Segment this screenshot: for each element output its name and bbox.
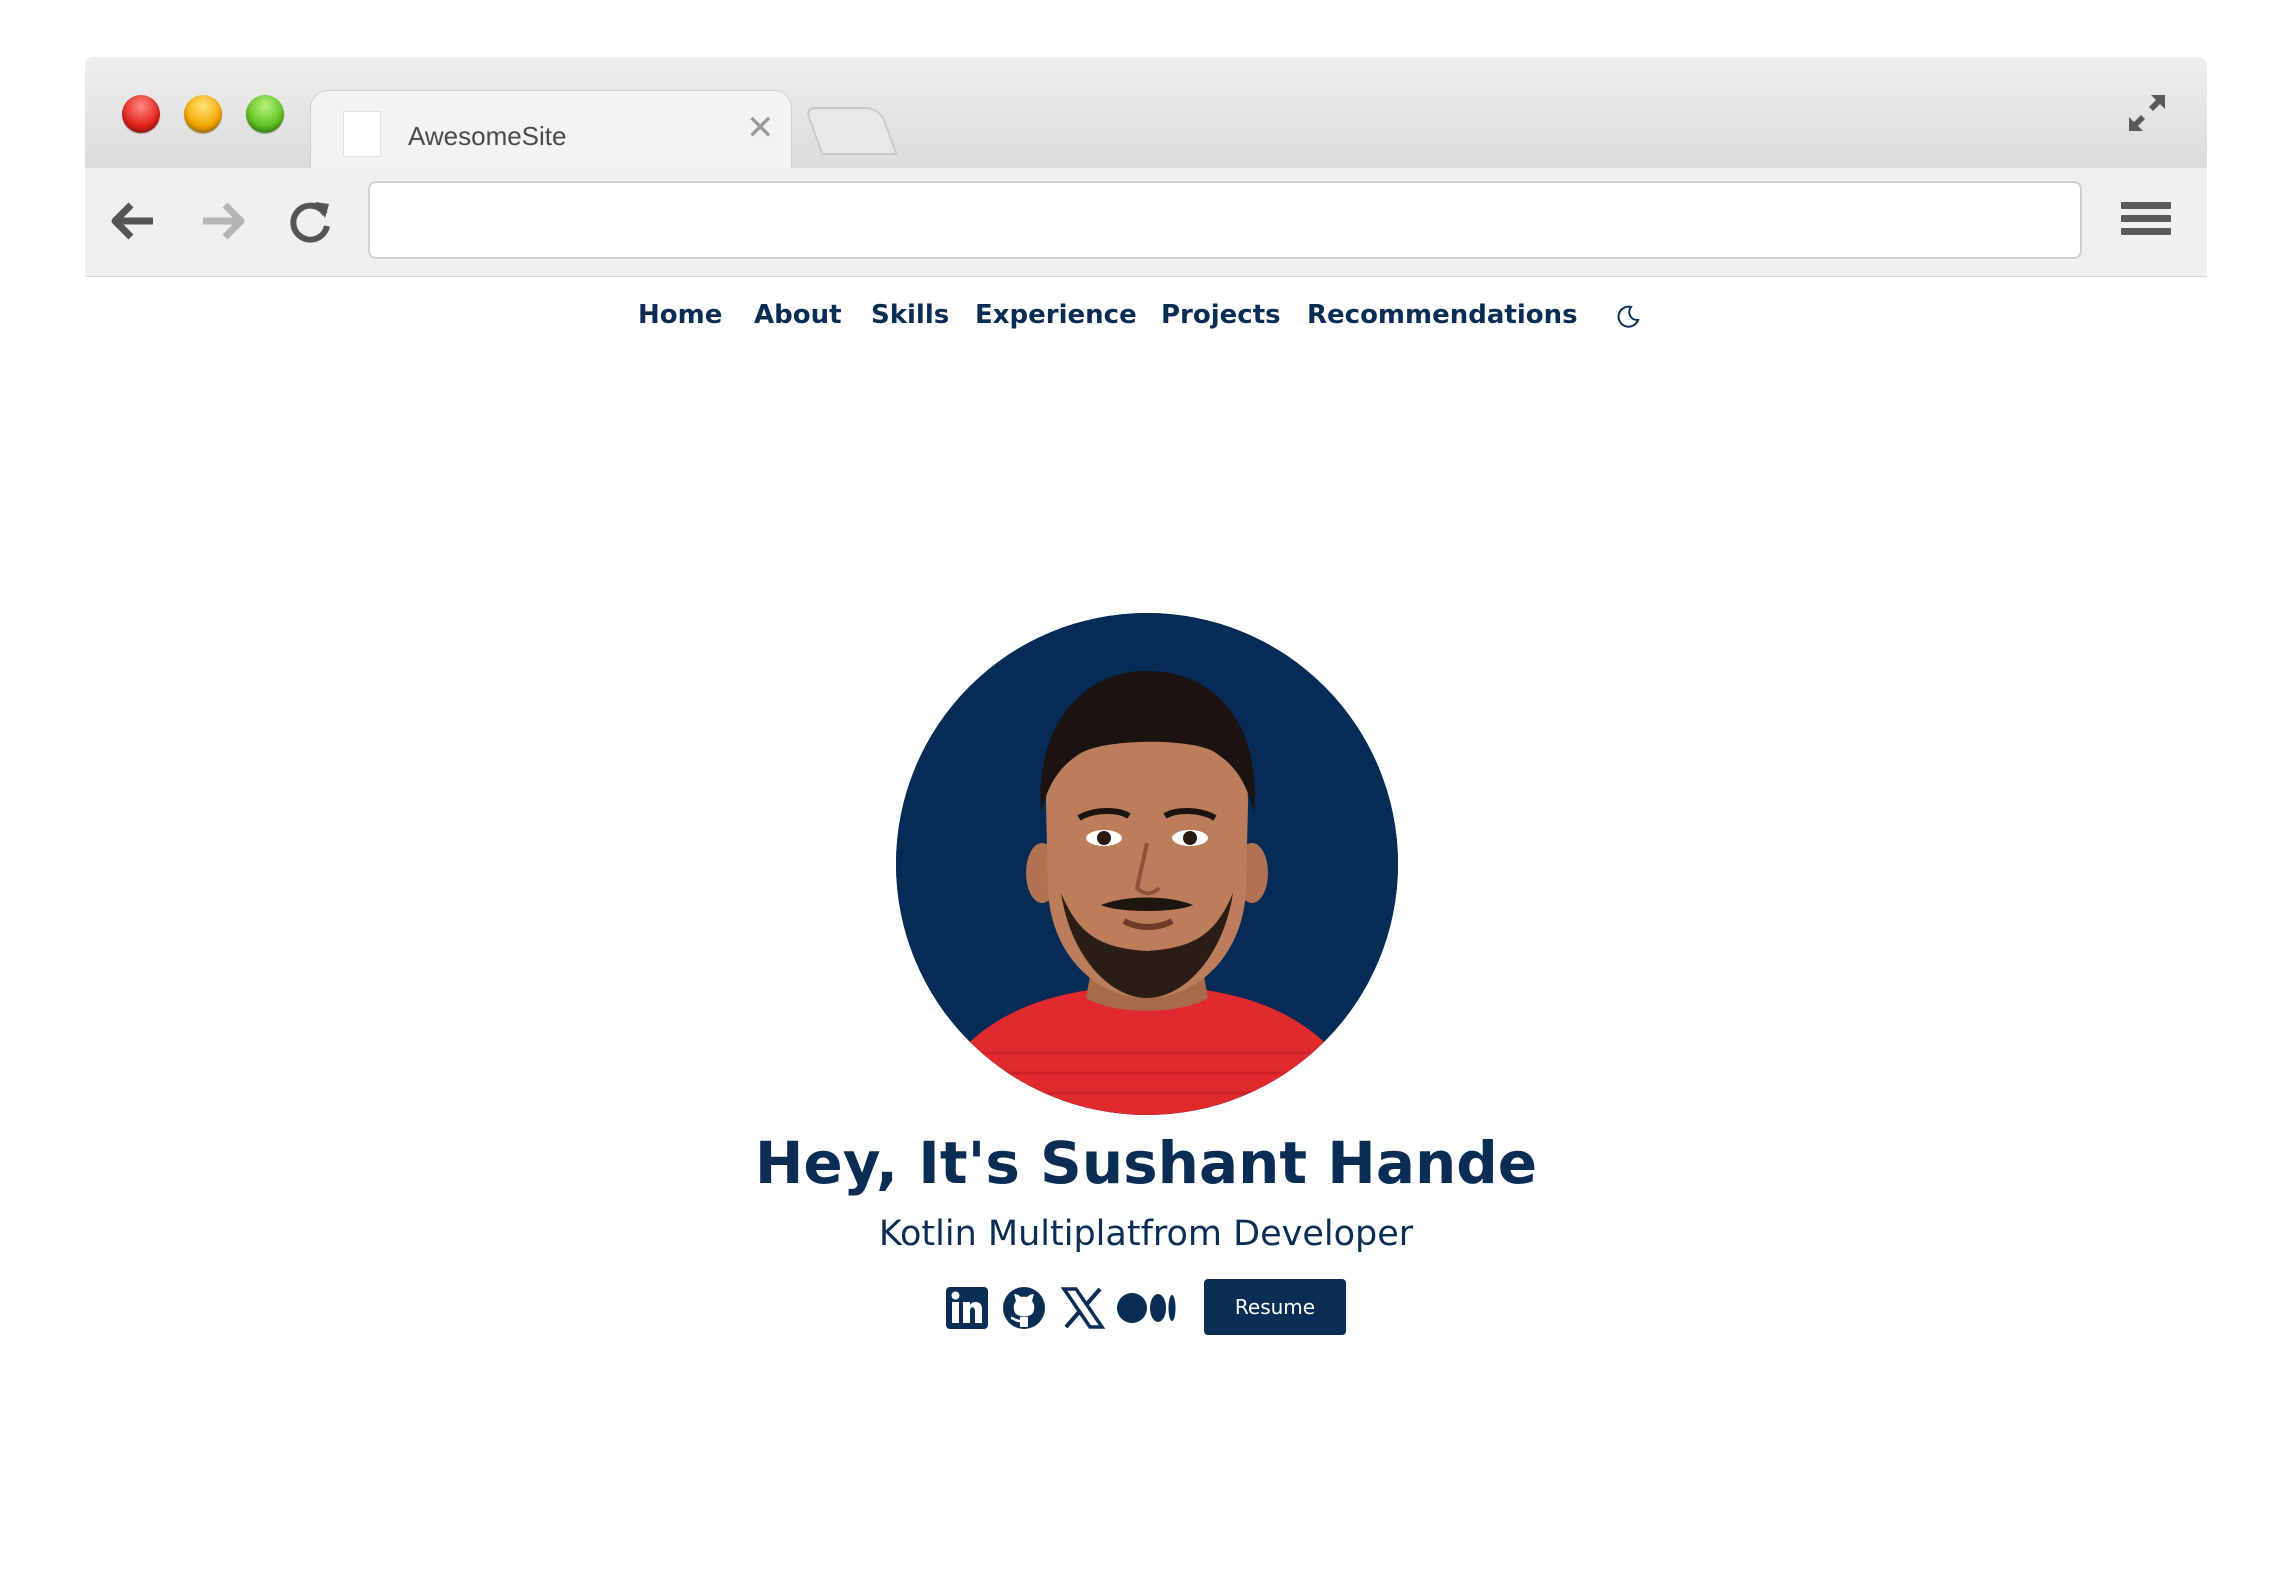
browser-tab[interactable]: AwesomeSite ✕ [310, 90, 792, 169]
nav-link-projects[interactable]: Projects [1161, 300, 1281, 330]
minimize-window-button[interactable] [184, 95, 222, 133]
hamburger-menu-icon[interactable] [2121, 202, 2171, 246]
nav-link-home[interactable]: Home [638, 300, 722, 330]
nav-link-skills[interactable]: Skills [871, 300, 949, 330]
nav-link-recommendations[interactable]: Recommendations [1307, 300, 1578, 330]
expand-icon[interactable] [2123, 89, 2171, 137]
nav-link-about[interactable]: About [754, 300, 842, 330]
linkedin-icon[interactable] [944, 1285, 990, 1331]
tab-bar: AwesomeSite ✕ [85, 57, 2207, 169]
browser-window: AwesomeSite ✕ Home About Skills Experien… [85, 57, 2207, 1586]
moon-icon[interactable] [1614, 302, 1642, 330]
site-navigation: Home About Skills Experience Projects Re… [85, 300, 2207, 350]
hero-subtitle: Kotlin Multiplatfrom Developer [878, 1214, 1414, 1254]
address-bar[interactable] [368, 181, 2082, 259]
tab-title: AwesomeSite [408, 121, 567, 151]
github-icon[interactable] [1001, 1285, 1047, 1331]
reload-icon[interactable] [285, 196, 335, 246]
x-icon[interactable] [1060, 1285, 1106, 1331]
maximize-window-button[interactable] [246, 95, 284, 133]
close-icon[interactable]: ✕ [746, 111, 775, 145]
nav-link-experience[interactable]: Experience [975, 300, 1137, 330]
close-window-button[interactable] [122, 95, 160, 133]
profile-photo [896, 613, 1398, 1115]
medium-icon[interactable] [1116, 1285, 1178, 1331]
browser-toolbar [85, 168, 2207, 277]
new-tab-button[interactable] [804, 107, 898, 155]
resume-button[interactable]: Resume [1204, 1279, 1346, 1335]
avatar [896, 613, 1398, 1115]
page-icon [343, 111, 381, 157]
arrow-right-icon[interactable] [197, 196, 247, 246]
arrow-left-icon[interactable] [109, 196, 159, 246]
hero-title: Hey, It's Sushant Hande [754, 1129, 1538, 1197]
